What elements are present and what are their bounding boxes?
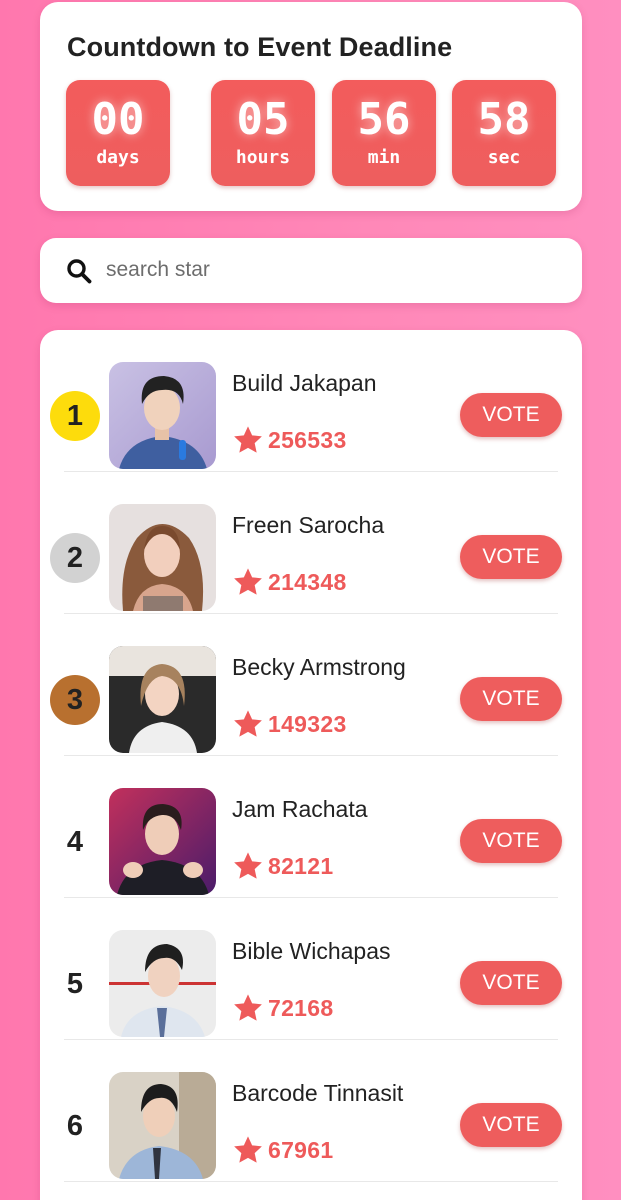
star-icon — [234, 426, 262, 453]
list-item: 1 Build Jakapan 256533 VOTE — [40, 330, 582, 472]
rank-number: 4 — [66, 825, 84, 858]
countdown-seconds-unit: sec — [487, 147, 521, 168]
list-item: 5 Bible Wichapas 72168 VOTE — [40, 898, 582, 1040]
countdown-hours-value: 05 — [236, 94, 290, 145]
star-name: Freen Sarocha — [232, 512, 385, 538]
rank-badge-gold: 1 — [50, 391, 100, 441]
countdown-days-unit: days — [96, 147, 140, 168]
star-name: Jam Rachata — [232, 796, 368, 822]
rank-number: 6 — [66, 1109, 84, 1142]
countdown-minutes-value: 56 — [357, 94, 411, 145]
star-icon — [234, 994, 262, 1021]
vote-button[interactable]: VOTE — [460, 819, 562, 863]
rank-badge-silver: 2 — [50, 533, 100, 583]
avatar — [109, 504, 216, 611]
vote-count: 256533 — [268, 426, 347, 453]
star-icon — [234, 852, 262, 879]
avatar — [109, 362, 216, 469]
vote-count: 82121 — [268, 852, 334, 879]
vote-button[interactable]: VOTE — [460, 1103, 562, 1147]
avatar — [109, 646, 216, 753]
countdown-minutes-unit: min — [367, 147, 401, 168]
vote-count-group: 149323 — [232, 708, 347, 740]
ranking-list: 1 Build Jakapan 256533 VOTE 2 Freen Saro… — [40, 330, 582, 1200]
star-icon — [234, 710, 262, 737]
star-name: Bible Wichapas — [232, 938, 391, 964]
countdown-minutes: 56 min — [332, 80, 436, 186]
star-icon — [234, 568, 262, 595]
vote-count: 214348 — [268, 568, 347, 595]
countdown-hours: 05 hours — [211, 80, 315, 186]
countdown-seconds-value: 58 — [477, 94, 531, 145]
countdown-hours-unit: hours — [235, 147, 291, 168]
divider — [64, 1181, 558, 1182]
star-name: Build Jakapan — [232, 370, 377, 396]
vote-count-group: 82121 — [232, 850, 333, 882]
list-item: 2 Freen Sarocha 214348 VOTE — [40, 472, 582, 614]
rank-number: 5 — [66, 967, 84, 1000]
star-name: Barcode Tinnasit — [232, 1080, 404, 1106]
vote-button[interactable]: VOTE — [460, 961, 562, 1005]
avatar — [109, 788, 216, 895]
search-input[interactable] — [106, 250, 556, 290]
avatar — [109, 930, 216, 1037]
list-item: 3 Becky Armstrong 149323 VOTE — [40, 614, 582, 756]
countdown-title: Countdown to Event Deadline — [67, 32, 453, 62]
star-icon — [234, 1136, 262, 1163]
list-item: 6 Barcode Tinnasit 67961 VOTE — [40, 1040, 582, 1182]
countdown-card: Countdown to Event Deadline 00 days 05 h… — [40, 2, 582, 211]
vote-count: 72168 — [268, 994, 334, 1021]
vote-count-group: 72168 — [232, 992, 333, 1024]
countdown-days: 00 days — [66, 80, 170, 186]
star-name: Becky Armstrong — [232, 654, 406, 680]
vote-button[interactable]: VOTE — [460, 393, 562, 437]
list-item: 4 Jam Rachata 82121 VOTE — [40, 756, 582, 898]
rank-badge-bronze: 3 — [50, 675, 100, 725]
countdown-seconds: 58 sec — [452, 80, 556, 186]
avatar — [109, 1072, 216, 1179]
vote-count-group: 67961 — [232, 1134, 333, 1166]
vote-count: 149323 — [268, 710, 347, 737]
vote-count-group: 256533 — [232, 424, 347, 456]
vote-count-group: 214348 — [232, 566, 347, 598]
countdown-days-value: 00 — [91, 94, 145, 145]
vote-count: 67961 — [268, 1136, 334, 1163]
vote-button[interactable]: VOTE — [460, 677, 562, 721]
search-icon[interactable] — [66, 258, 92, 284]
vote-button[interactable]: VOTE — [460, 535, 562, 579]
search-bar — [40, 238, 582, 303]
